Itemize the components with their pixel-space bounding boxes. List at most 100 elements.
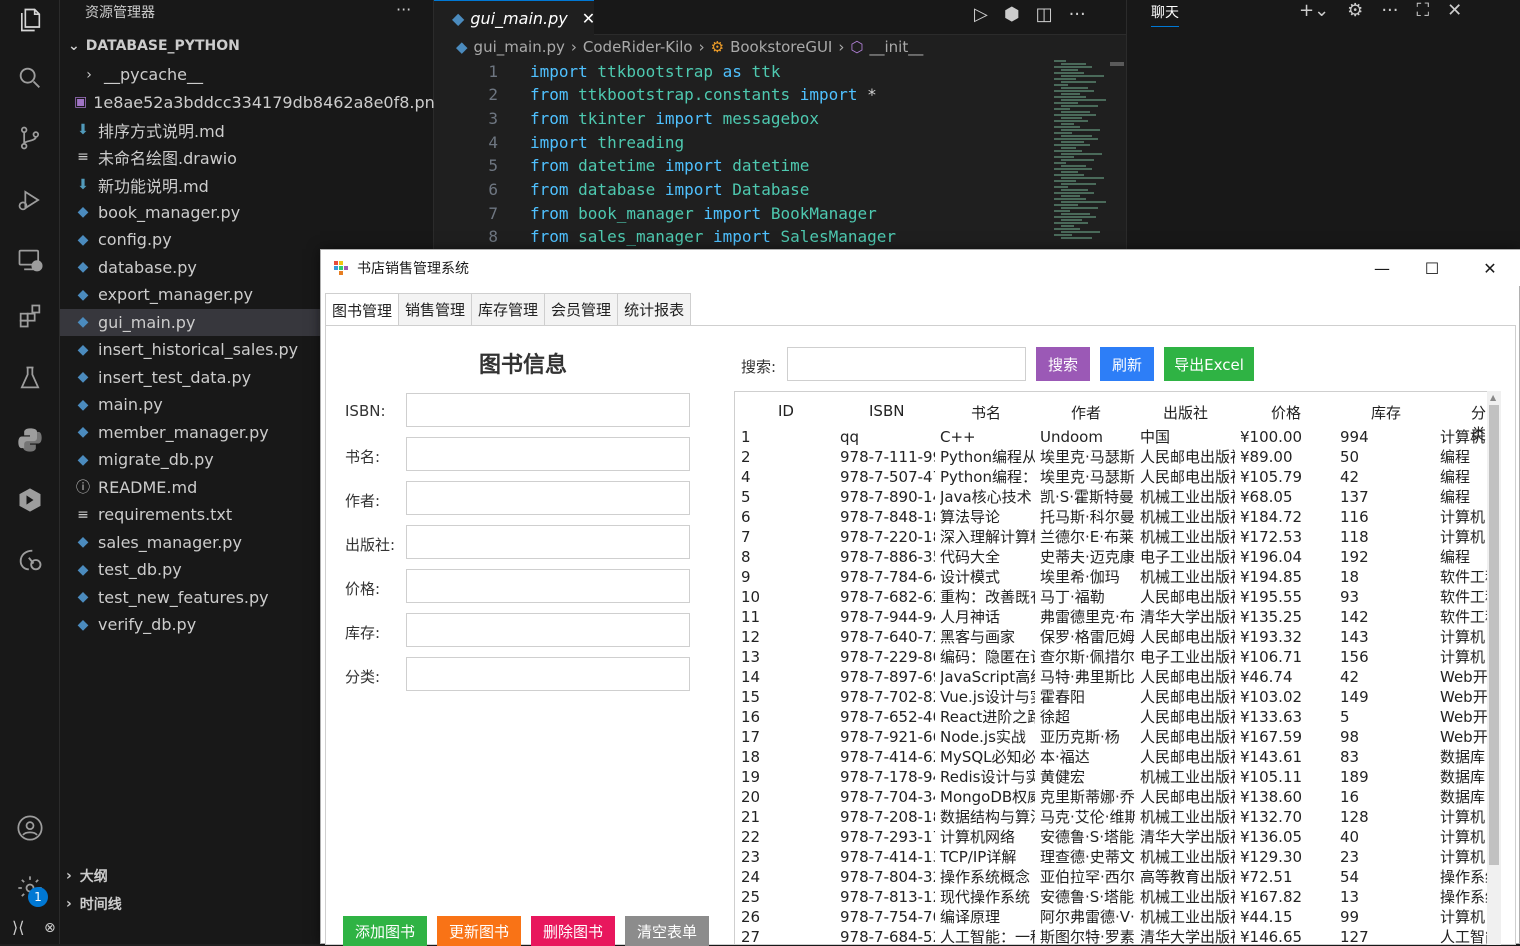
table-row[interactable]: 21 978-7-208-18 数据结构与算法 马克·艾伦·维斯 机械工业出版社 ¥132…	[735, 807, 1489, 827]
column-header[interactable]: 库存	[1371, 402, 1401, 423]
file-item[interactable]: ⬇ 排序方式说明.md	[60, 116, 434, 143]
file-item[interactable]: ≡ 未命名绘图.drawio	[60, 144, 434, 171]
project-folder-header[interactable]: ⌄ DATABASE_PYTHON	[68, 38, 240, 54]
form-action-button[interactable]: 删除图书	[531, 916, 615, 946]
field-input[interactable]	[406, 481, 690, 515]
maximize-panel-icon[interactable]: ⛶	[1416, 0, 1429, 21]
field-input[interactable]	[406, 613, 690, 647]
table-row[interactable]: 22 978-7-293-17 计算机网络 安德鲁·S·塔能鲍姆清华大学出版社 ¥136…	[735, 827, 1489, 847]
code-line[interactable]: 3 from tkinter import messagebox	[434, 106, 819, 130]
file-item[interactable]: ⬇ 新功能说明.md	[60, 171, 434, 198]
table-row[interactable]: 20 978-7-704-34 MongoDB权威指南克里斯蒂娜·乔多罗人民邮电出版…	[735, 787, 1489, 807]
notebook-tab[interactable]: 统计报表	[617, 293, 692, 325]
file-item[interactable]: › __pycache__	[60, 61, 434, 88]
table-row[interactable]: 1 qq C++ Undoom 中国 ¥100.00 994 计算机	[735, 427, 1489, 447]
run-icon[interactable]: ▷	[974, 4, 988, 25]
file-item[interactable]: ◆ book_manager.py	[60, 199, 434, 226]
new-chat-icon[interactable]: +⌄	[1299, 0, 1329, 21]
breadcrumb-item[interactable]: __init__	[869, 38, 923, 56]
code-line[interactable]: 1 import ttkbootstrap as ttk	[434, 59, 780, 83]
notebook-tab[interactable]: 图书管理	[325, 293, 400, 326]
table-row[interactable]: 26 978-7-754-70 编译原理 阿尔弗雷德·V·阿霍机械工业出版社 ¥44.1…	[735, 907, 1489, 927]
column-header[interactable]: 出版社	[1163, 402, 1208, 423]
breadcrumb-item[interactable]: gui_main.py	[474, 38, 565, 56]
table-row[interactable]: 27 978-7-684-52 人工智能：一种现代方法斯图尔特·罗素清华大学出版社 ¥…	[735, 927, 1489, 944]
close-button[interactable]: ✕	[1467, 250, 1513, 286]
table-row[interactable]: 14 978-7-897-69 JavaScript高级程序设计马特·弗里斯比人民邮…	[735, 667, 1489, 687]
search-action-button[interactable]: 搜索	[1036, 347, 1090, 381]
table-row[interactable]: 6 978-7-848-18 算法导论 托马斯·科尔曼 机械工业出版社 ¥184.72 11…	[735, 507, 1489, 527]
remote-indicator-icon[interactable]: ⟩⟨	[12, 918, 24, 937]
table-row[interactable]: 4 978-7-507-47 Python编程： 埃里克·马瑟斯 人民邮电出版社 ¥105…	[735, 467, 1489, 487]
scrollbar-thumb[interactable]	[1110, 62, 1124, 66]
kilo-code-icon[interactable]	[14, 484, 46, 516]
breadcrumb-item[interactable]: CodeRider-Kilo	[583, 38, 693, 56]
table-row[interactable]: 10 978-7-682-62 重构：改善既有代码马丁·福勒 人民邮电出版社 ¥195.…	[735, 587, 1489, 607]
more-actions-icon[interactable]: ···	[1069, 4, 1086, 25]
file-item[interactable]: ▣ 1e8ae52a3bddcc334179db8462a8e0f8.png	[60, 89, 445, 116]
field-input[interactable]	[406, 437, 690, 471]
table-row[interactable]: 8 978-7-886-35 代码大全 史蒂夫·迈克康奈尔电子工业出版社 ¥196.04…	[735, 547, 1489, 567]
table-row[interactable]: 9 978-7-784-64 设计模式 埃里希·伽玛 机械工业出版社 ¥194.85 18 软…	[735, 567, 1489, 587]
column-header[interactable]: ISBN	[869, 402, 904, 420]
form-action-button[interactable]: 添加图书	[343, 916, 427, 946]
run-debug-icon[interactable]	[14, 184, 46, 216]
table-row[interactable]: 19 978-7-178-94 Redis设计与实现黄健宏 机械工业出版社 ¥105.1…	[735, 767, 1489, 787]
code-line[interactable]: 7 from book_manager import BookManager	[434, 201, 876, 225]
table-row[interactable]: 15 978-7-702-82 Vue.js设计与实现霍春阳 人民邮电出版社 ¥103.…	[735, 687, 1489, 707]
table-row[interactable]: 17 978-7-921-66 Node.js实战 亚历克斯·杨 人民邮电出版社 ¥167…	[735, 727, 1489, 747]
table-row[interactable]: 2 978-7-111-99 Python编程从入门到实践埃里克·马瑟斯人民邮电出版…	[735, 447, 1489, 467]
source-control-icon[interactable]	[14, 122, 46, 154]
table-row[interactable]: 5 978-7-890-14 Java核心技术 凯·S·霍斯特曼 机械工业出版社 ¥68.…	[735, 487, 1489, 507]
outline-section[interactable]: › 大纲	[66, 866, 108, 886]
code-line[interactable]: 5 from datetime import datetime	[434, 154, 809, 178]
table-scrollbar[interactable]: ▲	[1487, 391, 1501, 945]
chat-settings-icon[interactable]: ⚙	[1347, 0, 1363, 21]
chat-title[interactable]: 聊天	[1151, 2, 1179, 27]
code-line[interactable]: 8 from sales_manager import SalesManager	[434, 225, 896, 249]
field-input[interactable]	[406, 525, 690, 559]
table-row[interactable]: 24 978-7-804-32 操作系统概念亚伯拉罕·西尔伯沙茨高等教育出版社 ¥72…	[735, 867, 1489, 887]
code-line[interactable]: 2 from ttkbootstrap.constants import *	[434, 83, 876, 107]
coderider-icon[interactable]	[14, 544, 46, 576]
table-row[interactable]: 13 978-7-229-80 编码：隐匿在计算机查尔斯·佩措尔德电子工业出版社 ¥1…	[735, 647, 1489, 667]
timeline-section[interactable]: › 时间线	[66, 894, 122, 914]
editor-tab-gui-main[interactable]: ◆ gui_main.py ✕	[434, 0, 595, 35]
table-row[interactable]: 11 978-7-944-94 人月神话 弗雷德里克·布鲁克斯清华大学出版社 ¥135.…	[735, 607, 1489, 627]
minimap[interactable]	[1050, 60, 1108, 250]
testing-icon[interactable]	[14, 362, 46, 394]
kilo-icon[interactable]: ⬢	[1004, 4, 1020, 25]
search-action-button[interactable]: 导出Excel	[1164, 347, 1254, 381]
code-line[interactable]: 6 from database import Database	[434, 178, 809, 202]
table-row[interactable]: 16 978-7-652-40 React进阶之路 徐超 人民邮电出版社 ¥133.63 5…	[735, 707, 1489, 727]
table-row[interactable]: 23 978-7-414-13 TCP/IP详解 理查德·史蒂文斯机械工业出版社 ¥12…	[735, 847, 1489, 867]
table-row[interactable]: 25 978-7-813-12 现代操作系统安德鲁·S·塔能鲍姆机械工业出版社 ¥16…	[735, 887, 1489, 907]
explorer-icon[interactable]	[14, 4, 46, 36]
notebook-tab[interactable]: 会员管理	[544, 293, 619, 325]
column-header[interactable]: 作者	[1071, 402, 1101, 423]
minimize-button[interactable]: —	[1359, 250, 1405, 286]
close-panel-icon[interactable]: ✕	[1447, 0, 1462, 21]
book-table[interactable]: ID ISBN 书名 作者 出版社 价格 库存 分类 1 qq C++ Undoom 中国 ¥100.0…	[734, 391, 1490, 945]
app-titlebar[interactable]: 书店销售管理系统 — ☐ ✕	[321, 250, 1520, 286]
scroll-up-icon[interactable]: ▲	[1490, 393, 1496, 402]
field-input[interactable]	[406, 393, 690, 427]
notebook-tab[interactable]: 库存管理	[471, 293, 546, 325]
column-header[interactable]: 价格	[1271, 402, 1301, 423]
breadcrumb-item[interactable]: BookstoreGUI	[730, 38, 832, 56]
scrollbar-thumb[interactable]	[1489, 405, 1499, 865]
close-icon[interactable]: ✕	[582, 9, 595, 28]
table-row[interactable]: 7 978-7-220-18 深入理解计算机系统兰德尔·E·布莱恩特机械工业出版社 ¥…	[735, 527, 1489, 547]
form-action-button[interactable]: 更新图书	[437, 916, 521, 946]
account-icon[interactable]	[14, 812, 46, 844]
notebook-tab[interactable]: 销售管理	[398, 293, 473, 325]
column-header[interactable]: ID	[778, 402, 794, 420]
python-icon[interactable]	[14, 424, 46, 456]
extensions-icon[interactable]	[14, 300, 46, 332]
explorer-more-button[interactable]: ···	[396, 0, 411, 19]
form-action-button[interactable]: 清空表单	[625, 916, 709, 946]
remote-explorer-icon[interactable]	[14, 244, 46, 276]
chat-more-icon[interactable]: ···	[1381, 0, 1398, 21]
table-row[interactable]: 18 978-7-414-62 MySQL必知必会本·福达 人民邮电出版社 ¥143.6…	[735, 747, 1489, 767]
code-line[interactable]: 4 import threading	[434, 130, 684, 154]
